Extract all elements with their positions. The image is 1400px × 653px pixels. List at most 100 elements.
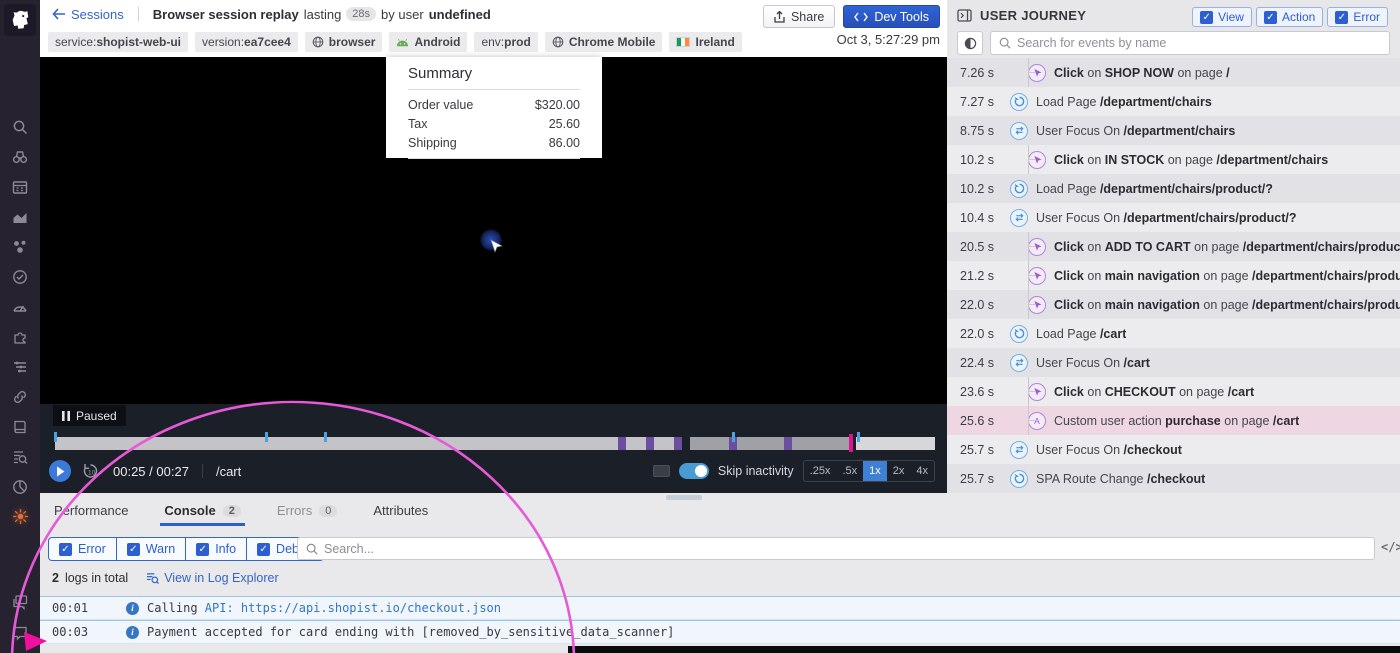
network-orange-icon[interactable]	[12, 508, 29, 525]
replay-timeline[interactable]	[55, 434, 935, 452]
tab-errors[interactable]: Errors0	[277, 503, 338, 526]
log-search-icon[interactable]	[12, 448, 29, 465]
filter-info-checkbox[interactable]: ✓Info	[186, 538, 247, 560]
event-row[interactable]: 22.4 sUser Focus On /cart	[947, 348, 1400, 377]
event-row[interactable]: 23.6 sClick on CHECKOUT on page /cart	[947, 377, 1400, 406]
timeline-segment[interactable]	[55, 437, 682, 450]
dev-tools-button[interactable]: Dev Tools	[843, 5, 940, 28]
tab-attributes[interactable]: Attributes	[373, 503, 428, 526]
event-row[interactable]: 7.27 sLoad Page /department/chairs	[947, 87, 1400, 116]
journey-filter-view-checkbox[interactable]: ✓View	[1192, 7, 1252, 27]
binoculars-icon[interactable]	[12, 148, 29, 165]
divider	[138, 7, 139, 21]
globe-icon	[312, 36, 324, 48]
tab-console[interactable]: Console2	[164, 503, 240, 526]
tag-ea7cee4[interactable]: version:ea7cee4	[195, 32, 298, 52]
timeline-segment[interactable]	[856, 437, 935, 450]
chart-icon[interactable]	[12, 208, 29, 225]
console-log-row[interactable]: 00:01iCalling API: https://api.shopist.i…	[40, 596, 1400, 620]
panel-resize-handle[interactable]	[666, 495, 702, 500]
event-row[interactable]: 7.26 sClick on SHOP NOW on page /	[947, 58, 1400, 87]
console-log-row[interactable]: 00:03iPayment accepted for card ending w…	[40, 620, 1400, 644]
journey-filter-action-checkbox[interactable]: ✓Action	[1256, 7, 1323, 27]
datadog-logo-icon[interactable]	[4, 4, 36, 36]
calendar-icon[interactable]	[12, 178, 29, 195]
checkbox-checked-icon: ✓	[1335, 11, 1348, 24]
timeline-segment[interactable]	[690, 437, 851, 450]
speed-2x-button[interactable]: 2x	[887, 461, 911, 481]
book-icon[interactable]	[12, 418, 29, 435]
search-icon[interactable]	[12, 118, 29, 135]
skip-inactivity-toggle[interactable]	[679, 463, 709, 479]
event-description: SPA Route Change /checkout	[1036, 472, 1205, 486]
view-marker[interactable]	[265, 432, 268, 442]
query-syntax-icon[interactable]: </>	[1381, 540, 1400, 554]
event-row[interactable]: 22.0 sClick on main navigation on page /…	[947, 290, 1400, 319]
event-row[interactable]: 20.5 sClick on ADD TO CART on page /depa…	[947, 232, 1400, 261]
collapse-panel-icon[interactable]	[957, 9, 972, 22]
action-marker[interactable]	[618, 437, 626, 450]
event-description: Click on ADD TO CART on page /department…	[1054, 240, 1400, 254]
log-time: 00:03	[52, 625, 94, 639]
tag-prod[interactable]: env:prod	[474, 32, 537, 52]
view-marker[interactable]	[732, 432, 735, 442]
event-time: 25.7 s	[960, 443, 1010, 457]
console-search-input[interactable]	[324, 542, 1366, 556]
event-row[interactable]: 25.6 sACustom user action purchase on pa…	[947, 406, 1400, 435]
event-row[interactable]: 22.0 sLoad Page /cart	[947, 319, 1400, 348]
console-search[interactable]	[297, 537, 1375, 560]
speed-.5x-button[interactable]: .5x	[836, 461, 863, 481]
event-row[interactable]: 25.7 sSPA Route Change /checkout	[947, 464, 1400, 493]
action-marker[interactable]	[646, 437, 654, 450]
event-row[interactable]: 25.7 sUser Focus On /checkout	[947, 435, 1400, 464]
event-row[interactable]: 8.75 sUser Focus On /department/chairs	[947, 116, 1400, 145]
event-search[interactable]	[990, 31, 1390, 55]
speed-.25x-button[interactable]: .25x	[804, 461, 837, 481]
chat-icon[interactable]	[12, 624, 29, 641]
event-row[interactable]: 10.4 sUser Focus On /department/chairs/p…	[947, 203, 1400, 232]
back-to-sessions-link[interactable]: Sessions	[52, 7, 124, 22]
event-row[interactable]: 21.2 sClick on main navigation on page /…	[947, 261, 1400, 290]
chat-duo-icon[interactable]	[12, 593, 29, 610]
filter-warn-checkbox[interactable]: ✓Warn	[117, 538, 186, 560]
puzzle-icon[interactable]	[12, 328, 29, 345]
view-marker[interactable]	[324, 432, 327, 442]
event-description: User Focus On /department/chairs/product…	[1036, 211, 1296, 225]
view-marker[interactable]	[857, 432, 860, 442]
tag-android[interactable]: Android	[389, 32, 467, 52]
action-marker[interactable]	[784, 437, 792, 450]
event-timing-toggle-button[interactable]	[957, 31, 983, 55]
event-row[interactable]: 10.2 sClick on IN STOCK on page /departm…	[947, 145, 1400, 174]
event-load-icon	[1010, 180, 1028, 198]
event-search-input[interactable]	[1017, 36, 1381, 50]
filter-error-checkbox[interactable]: ✓Error	[49, 538, 117, 560]
tag-browser[interactable]: browser	[305, 32, 383, 52]
tab-performance[interactable]: Performance	[54, 503, 128, 526]
skip-back-10-button[interactable]: 10	[82, 463, 99, 479]
tag-shopist-web-ui[interactable]: service:shopist-web-ui	[48, 32, 188, 52]
link-icon[interactable]	[12, 388, 29, 405]
playhead[interactable]	[849, 434, 853, 452]
speed-1x-button[interactable]: 1x	[863, 461, 887, 481]
event-focus-icon	[1010, 441, 1028, 459]
current-page-path: /cart	[216, 464, 241, 479]
replay-viewport[interactable]: Summary Order value$320.00Tax25.60Shippi…	[40, 57, 947, 404]
keyboard-shortcuts-icon[interactable]	[653, 465, 670, 477]
filter-icon[interactable]	[12, 358, 29, 375]
share-button[interactable]: Share	[763, 5, 835, 28]
view-marker[interactable]	[54, 432, 57, 442]
action-marker[interactable]	[674, 437, 682, 450]
gauge-icon[interactable]	[12, 298, 29, 315]
event-row[interactable]: 10.2 sLoad Page /department/chairs/produ…	[947, 174, 1400, 203]
journey-filter-error-checkbox[interactable]: ✓Error	[1327, 7, 1388, 27]
globe-icon	[552, 36, 564, 48]
pie-icon[interactable]	[12, 478, 29, 495]
tag-ireland[interactable]: Ireland	[669, 32, 741, 52]
cluster-icon[interactable]	[12, 238, 29, 255]
target-icon[interactable]	[12, 268, 29, 285]
tag-chrome-mobile[interactable]: Chrome Mobile	[545, 32, 663, 52]
event-connector	[1028, 261, 1029, 290]
speed-4x-button[interactable]: 4x	[910, 461, 934, 481]
view-in-log-explorer-link[interactable]: View in Log Explorer	[146, 571, 278, 585]
play-button[interactable]	[49, 460, 71, 482]
